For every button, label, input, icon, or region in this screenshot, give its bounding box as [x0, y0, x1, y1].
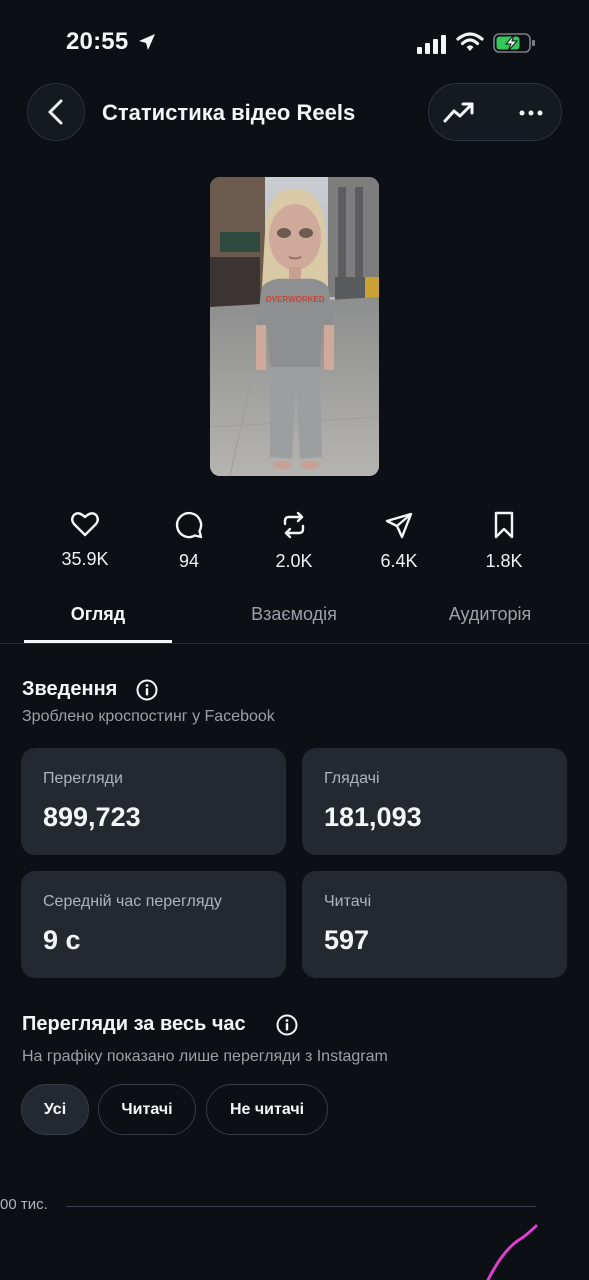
heart-icon: [71, 512, 99, 537]
shares-count: 6.4K: [380, 551, 418, 571]
all-time-views-subtitle: На графіку показано лише перегляди з Ins…: [22, 1048, 388, 1065]
tab-audience[interactable]: Аудиторія: [420, 604, 560, 625]
followers-value: 597: [324, 925, 370, 955]
viewers-label: Глядачі: [324, 770, 380, 787]
likes-count: 35.9K: [61, 549, 109, 569]
y-axis-tick-label: 00 тис.: [0, 1196, 48, 1213]
bookmark-icon: [494, 511, 514, 539]
shirt-print: OVERWORKED: [266, 295, 325, 304]
reel-thumbnail[interactable]: OVERWORKED: [210, 177, 379, 476]
tab-overview[interactable]: Огляд: [24, 604, 172, 625]
more-options-icon[interactable]: [519, 110, 543, 116]
viewers-value: 181,093: [324, 802, 422, 832]
location-arrow-icon: [139, 34, 155, 50]
reposts-stat: 2.0K: [244, 511, 344, 572]
page-title: Статистика відео Reels: [102, 100, 356, 125]
status-time: 20:55: [66, 28, 129, 55]
saves-count: 1.8K: [485, 551, 523, 571]
shares-stat: 6.4K: [349, 511, 449, 572]
filter-all-chip[interactable]: Усі: [21, 1084, 89, 1135]
battery-charging-icon: [493, 33, 535, 53]
all-time-views-title: Перегляди за весь час: [22, 1013, 246, 1035]
views-chart-line: [486, 1224, 538, 1280]
filter-followers-chip[interactable]: Читачі: [98, 1084, 196, 1135]
avg-watch-time-label: Середній час перегляду: [43, 893, 222, 910]
views-label: Перегляди: [43, 770, 123, 787]
comments-count: 94: [178, 551, 200, 571]
reposts-count: 2.0K: [275, 551, 313, 571]
viewers-card: Глядачі 181,093: [302, 748, 567, 855]
likes-stat: 35.9K: [35, 511, 135, 570]
views-value: 899,723: [43, 802, 141, 832]
info-icon[interactable]: [276, 1014, 298, 1036]
chart-gridline: [66, 1206, 536, 1207]
wifi-icon: [456, 32, 484, 51]
repost-icon: [283, 511, 305, 539]
filter-non-followers-chip[interactable]: Не читачі: [206, 1084, 328, 1135]
avg-watch-time-card: Середній час перегляду 9 с: [21, 871, 286, 978]
back-button[interactable]: [27, 83, 85, 141]
cellular-signal-icon: [417, 35, 446, 54]
summary-title: Зведення: [22, 678, 118, 700]
comments-stat: 94: [139, 511, 239, 572]
chevron-left-icon: [48, 99, 63, 125]
followers-card: Читачі 597: [302, 871, 567, 978]
comment-icon: [175, 511, 203, 539]
tab-engagement[interactable]: Взаємодія: [214, 604, 374, 625]
followers-label: Читачі: [324, 893, 372, 910]
send-icon: [385, 512, 413, 539]
trending-up-icon[interactable]: [443, 99, 475, 125]
views-card: Перегляди 899,723: [21, 748, 286, 855]
tabs-divider: [0, 643, 589, 644]
saves-stat: 1.8K: [454, 511, 554, 572]
avg-watch-time-value: 9 с: [43, 925, 81, 955]
summary-subtitle: Зроблено кроспостинг у Facebook: [22, 708, 275, 725]
info-icon[interactable]: [136, 679, 158, 701]
